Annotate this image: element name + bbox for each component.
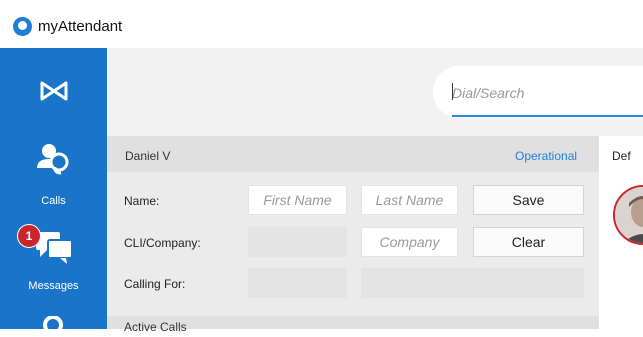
calling-for-label: Calling For: — [124, 277, 186, 291]
calls-icon — [37, 144, 69, 175]
first-name-input[interactable] — [249, 186, 346, 214]
sidebar-item-calls[interactable]: Calls — [0, 136, 107, 212]
company-input[interactable] — [362, 228, 457, 256]
status-link[interactable]: Operational — [515, 149, 577, 163]
attendant-logo-icon — [40, 81, 68, 101]
unread-badge: 1 — [17, 224, 41, 248]
title-bar: myAttendant — [0, 0, 643, 48]
app-title: myAttendant — [38, 18, 123, 35]
calling-for-detail-field[interactable] — [361, 268, 584, 298]
search-underline — [452, 115, 643, 117]
app-logo-icon — [13, 17, 32, 36]
text-caret — [452, 83, 453, 100]
calling-for-field[interactable] — [248, 268, 347, 298]
cli-company-label: CLI/Company: — [124, 236, 201, 250]
contacts-icon — [43, 316, 63, 335]
sidebar-item-home[interactable] — [0, 62, 107, 122]
dial-search-input[interactable] — [452, 81, 643, 105]
name-label: Name: — [124, 194, 160, 208]
sidebar-item-contacts[interactable] — [0, 308, 107, 335]
active-calls-label: Active Calls — [124, 320, 187, 334]
sidebar-item-label: Messages — [28, 280, 79, 292]
clear-button[interactable]: Clear — [473, 227, 584, 257]
right-panel-header: Def — [612, 149, 631, 163]
last-name-field[interactable] — [361, 185, 458, 215]
sidebar-item-label: Calls — [41, 195, 66, 207]
company-field[interactable] — [361, 227, 458, 257]
cli-field[interactable] — [248, 227, 347, 257]
last-name-input[interactable] — [362, 186, 457, 214]
save-button[interactable]: Save — [473, 185, 584, 215]
first-name-field[interactable] — [248, 185, 347, 215]
caller-name: Daniel V — [125, 149, 171, 163]
sidebar-item-messages[interactable]: Messages — [0, 222, 107, 298]
